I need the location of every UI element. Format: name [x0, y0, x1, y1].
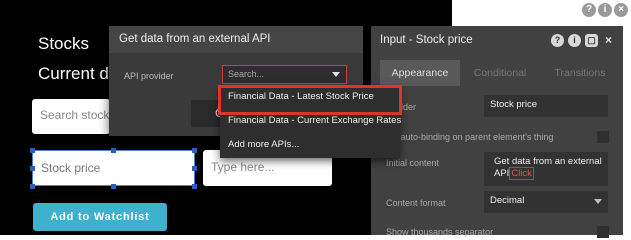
placeholder-field[interactable]: Stock price: [484, 95, 608, 117]
autobinding-checkbox[interactable]: [597, 131, 609, 143]
add-to-watchlist-button[interactable]: Add to Watchlist: [33, 203, 167, 231]
help-icon[interactable]: ?: [551, 34, 564, 47]
api-provider-select[interactable]: Search...: [222, 65, 347, 84]
toolbar-icons: ? i ×: [582, 3, 628, 17]
initial-content-label: Initial content: [386, 158, 440, 168]
stock-price-input[interactable]: Stock price: [32, 150, 195, 186]
resize-handle[interactable]: [111, 184, 116, 189]
content-format-label: Content format: [386, 198, 446, 208]
resize-handle[interactable]: [192, 166, 197, 171]
page-subtitle: Current d: [38, 64, 109, 83]
api-provider-select-value: Search...: [228, 69, 265, 79]
chevron-down-icon: [594, 199, 602, 204]
property-editor-title: Input - Stock price: [380, 34, 473, 46]
highlight-annotation: [218, 85, 402, 115]
resize-handle[interactable]: [192, 184, 197, 189]
info-icon[interactable]: i: [598, 3, 612, 17]
resize-handle[interactable]: [192, 148, 197, 153]
popup-title: Get data from an external API: [109, 26, 363, 53]
autobinding-label: ble auto-binding on parent element's thi…: [386, 132, 554, 142]
dropdown-item-add-more-apis[interactable]: Add more APIs...: [220, 134, 400, 158]
help-icon[interactable]: ?: [582, 3, 596, 17]
resize-handle[interactable]: [30, 148, 35, 153]
api-provider-label: API provider: [124, 71, 174, 81]
tab-conditional[interactable]: Conditional: [460, 60, 540, 86]
close-icon[interactable]: ×: [602, 34, 615, 47]
initial-content-text: Get data from an external: [494, 156, 602, 167]
chevron-down-icon: [332, 72, 340, 77]
initial-content-api: API: [494, 168, 510, 179]
property-editor: Input - Stock price ? i ▢ × Appearance C…: [371, 26, 623, 238]
editor-tabs: Appearance Conditional Transitions: [380, 60, 620, 86]
resize-handle[interactable]: [30, 184, 35, 189]
resize-handle[interactable]: [30, 166, 35, 171]
comment-icon[interactable]: ▢: [585, 34, 598, 47]
tab-appearance[interactable]: Appearance: [380, 60, 460, 86]
page-title: Stocks: [38, 34, 90, 53]
info-icon[interactable]: i: [568, 34, 581, 47]
property-editor-header: Input - Stock price ? i ▢ ×: [371, 26, 623, 56]
thousands-separator-label: Show thousands separator: [386, 227, 494, 237]
thousands-separator-checkbox[interactable]: [597, 226, 609, 238]
initial-content-field[interactable]: Get data from an external API Click: [484, 152, 608, 186]
header-icons: ? i ▢ ×: [551, 34, 615, 47]
close-icon[interactable]: ×: [614, 3, 628, 17]
content-format-select[interactable]: Decimal: [484, 191, 608, 213]
tab-transitions[interactable]: Transitions: [540, 60, 620, 86]
search-stock-input[interactable]: Search stock: [32, 99, 110, 134]
content-format-value: Decimal: [490, 195, 525, 206]
resize-handle[interactable]: [111, 148, 116, 153]
click-token[interactable]: Click: [509, 167, 534, 180]
